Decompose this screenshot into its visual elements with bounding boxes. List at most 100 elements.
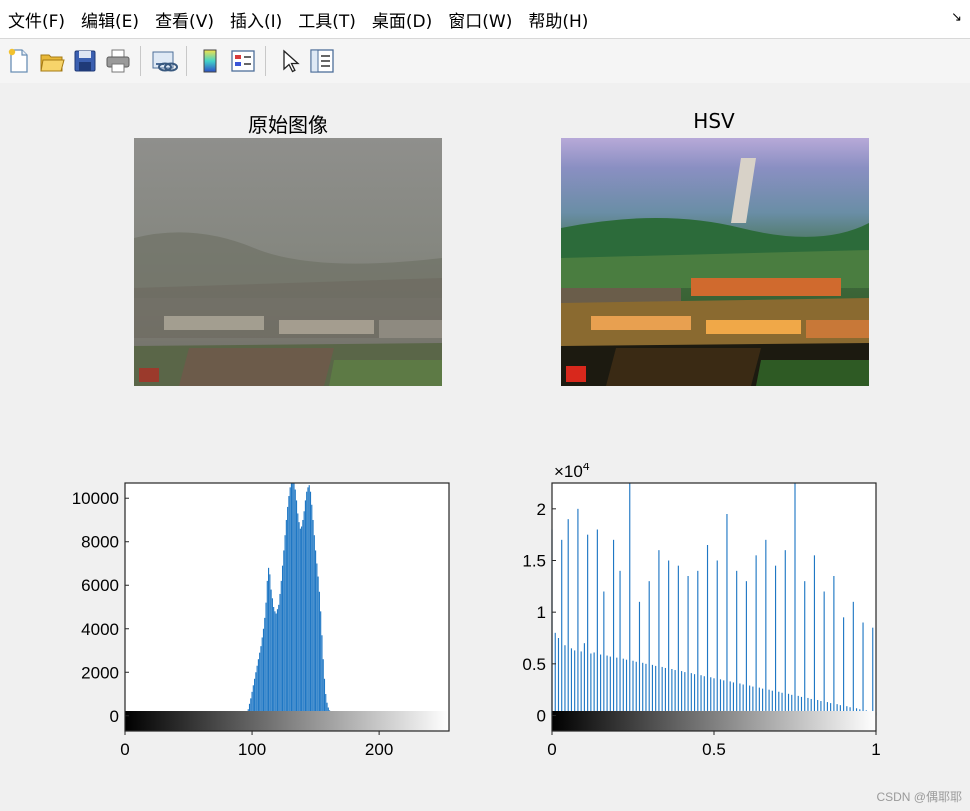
histogram-bar — [823, 591, 825, 716]
histogram-bar — [323, 678, 326, 716]
histogram-bar — [813, 555, 816, 716]
y-tick-label: 8000 — [81, 533, 119, 552]
histogram-bar — [261, 637, 263, 716]
dock-arrow-icon[interactable]: ↘ — [951, 10, 962, 25]
histogram-bar — [833, 576, 835, 716]
colorbar-icon[interactable] — [196, 47, 224, 75]
menu-help[interactable]: 帮助(H) — [520, 7, 596, 32]
histogram-bar — [320, 611, 322, 716]
histogram-bar — [713, 678, 715, 716]
menu-window[interactable]: 窗口(W) — [440, 7, 520, 32]
histogram-bar — [765, 539, 767, 716]
histogram-bar — [590, 653, 592, 716]
histogram-bar — [297, 513, 299, 716]
histogram-bar — [306, 491, 308, 716]
x-tick-label: 1 — [871, 740, 880, 759]
link-plot-icon[interactable] — [150, 47, 178, 75]
histogram-bar — [862, 622, 864, 716]
histogram-bar — [645, 663, 647, 716]
histogram-bar — [301, 526, 303, 716]
menu-file[interactable]: 文件(F) — [0, 7, 73, 32]
histogram-bar — [279, 593, 281, 716]
histogram-bar — [309, 491, 312, 716]
y-tick-label: 4000 — [81, 620, 119, 639]
histogram-bar — [311, 504, 313, 716]
menu-view[interactable]: 查看(V) — [147, 7, 222, 32]
y-tick-label: 0.5 — [522, 655, 546, 674]
histogram-bar — [564, 645, 566, 716]
histogram-bar — [271, 598, 273, 716]
histogram-bar — [681, 671, 683, 716]
histogram-bar — [629, 483, 631, 716]
histogram-bar — [255, 672, 257, 716]
histogram-bar — [638, 601, 641, 716]
histogram-bar — [655, 665, 657, 716]
histogram-bar — [294, 489, 296, 716]
histogram-bar — [268, 567, 270, 716]
histogram-bar — [710, 677, 712, 716]
histogram-bar — [719, 679, 722, 716]
histogram-bar — [265, 602, 267, 716]
histogram-bar — [276, 609, 279, 716]
histogram-bar — [262, 628, 265, 716]
histogram-bar — [661, 666, 663, 716]
histogram-bar — [285, 519, 287, 716]
histogram-bar — [774, 565, 777, 716]
y-tick-label: 6000 — [81, 576, 119, 595]
histogram-bar — [723, 680, 725, 716]
histogram-bar — [317, 576, 319, 716]
histogram-bar — [736, 570, 738, 716]
histogram-bar — [684, 672, 686, 716]
histogram-bar — [312, 519, 314, 716]
histogram-bar — [616, 657, 618, 716]
histogram-bar — [632, 660, 634, 716]
toolbar-separator — [186, 46, 187, 76]
menu-edit[interactable]: 编辑(E) — [73, 7, 147, 32]
histogram-bar — [284, 535, 286, 716]
y-tick-label: 0 — [537, 707, 546, 726]
histogram-bar — [606, 655, 608, 716]
new-figure-icon[interactable] — [5, 47, 33, 75]
menu-tools[interactable]: 工具(T) — [290, 7, 364, 32]
histogram-bar — [612, 539, 615, 716]
y-tick-label: 2 — [537, 500, 546, 519]
exponent-label: ×104 — [554, 463, 590, 481]
grayscale-colorbar — [552, 711, 876, 731]
y-tick-label: 2000 — [81, 663, 119, 682]
histogram-bar — [266, 580, 268, 716]
x-tick-label: 0.5 — [702, 740, 726, 759]
print-icon[interactable] — [104, 47, 132, 75]
histogram-bar — [804, 581, 806, 716]
legend-icon[interactable] — [229, 47, 257, 75]
histogram-bar — [625, 659, 628, 716]
histogram-bar — [302, 519, 304, 716]
histogram-bar — [295, 500, 298, 716]
histogram-bar — [635, 661, 637, 716]
histogram-bar — [298, 522, 300, 716]
histogram-bar — [322, 659, 324, 716]
histogram-bar — [739, 683, 741, 716]
histogram-bar — [281, 565, 284, 716]
menu-desktop[interactable]: 桌面(D) — [364, 7, 440, 32]
save-icon[interactable] — [71, 47, 99, 75]
menu-insert[interactable]: 插入(I) — [222, 7, 290, 32]
histogram-bar — [280, 580, 282, 716]
histogram-bar — [642, 662, 644, 716]
histogram-bar — [668, 560, 670, 716]
property-inspector-icon[interactable] — [308, 47, 336, 75]
histogram-bar — [288, 496, 290, 716]
histogram-bar — [852, 601, 854, 716]
edit-plot-pointer-icon[interactable] — [275, 47, 303, 75]
histogram-bar — [674, 670, 676, 716]
histogram-bar — [283, 550, 285, 716]
histogram-bar — [622, 658, 624, 716]
histogram-bar — [273, 607, 275, 716]
open-file-icon[interactable] — [38, 47, 66, 75]
histogram-bar — [784, 550, 786, 716]
histogram-bar — [290, 483, 293, 716]
histogram-hsv: ×104 0 0.5 1 1.5 2 0 0.5 1 — [522, 463, 880, 759]
histogram-bar — [308, 485, 310, 716]
histogram-bar — [278, 604, 280, 716]
x-tick-label: 200 — [365, 740, 393, 759]
histogram-bar — [313, 535, 315, 716]
